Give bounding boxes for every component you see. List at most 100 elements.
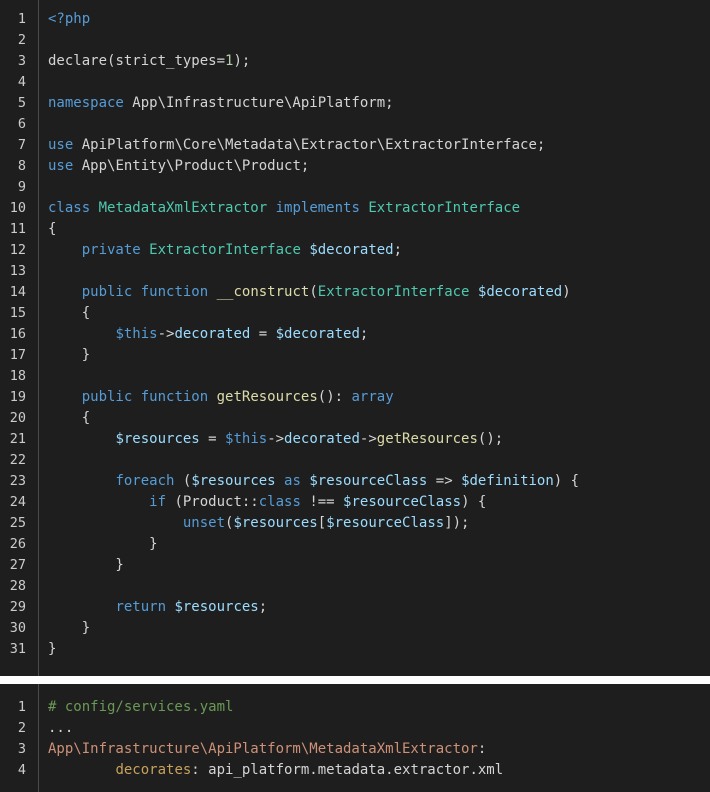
code-token: use bbox=[48, 158, 74, 174]
yaml-code-block: 1 # config/services.yaml 2... 3 App\Infrastr… bbox=[0, 684, 710, 792]
code-token: { bbox=[48, 305, 91, 321]
code-line: 3 App\Infrastructure\ApiPlatform\Metadata… bbox=[0, 739, 710, 760]
line-number: 31 bbox=[9, 641, 26, 657]
line-number: 3 bbox=[17, 53, 26, 69]
code-line: 31} bbox=[0, 639, 710, 660]
code-token: public bbox=[81, 389, 133, 405]
code-text: <?php bbox=[48, 9, 90, 30]
code-token: $resourceClass bbox=[309, 473, 428, 489]
code-line: 27 } bbox=[0, 555, 710, 576]
code-token: ... bbox=[48, 720, 74, 736]
code-token: unset bbox=[182, 515, 226, 531]
line-number: 24 bbox=[9, 494, 26, 510]
code-token: public bbox=[81, 284, 133, 300]
code-token: ) { bbox=[553, 473, 580, 489]
code-token: ( bbox=[174, 473, 192, 489]
code-token: foreach bbox=[115, 473, 175, 489]
code-token: -> bbox=[267, 431, 285, 447]
code-token: $this bbox=[225, 431, 268, 447]
code-token: decorates bbox=[115, 762, 192, 778]
code-line: 1 <?php bbox=[0, 9, 710, 30]
line-number: 30 bbox=[9, 620, 26, 636]
code-token: namespace bbox=[48, 95, 124, 111]
code-token: decorated bbox=[174, 326, 251, 342]
code-token: { bbox=[48, 410, 91, 426]
code-token: ) { bbox=[461, 494, 487, 510]
code-line: 2 bbox=[0, 30, 710, 51]
line-number: 9 bbox=[17, 179, 26, 195]
code-token: ExtractorInterface bbox=[149, 242, 301, 258]
code-token: class bbox=[258, 494, 301, 510]
code-text: unset($resources[$resourceClass]); bbox=[48, 513, 470, 534]
code-line: 19 public function getResources(): array bbox=[0, 387, 710, 408]
code-line: 21 $resources = $this->decorated->getRes… bbox=[0, 429, 710, 450]
code-token: # config/services.yaml bbox=[48, 699, 234, 715]
code-text: } bbox=[48, 639, 56, 660]
code-token: -> bbox=[359, 431, 377, 447]
code-token: ; bbox=[359, 326, 369, 342]
code-line: 14 public function __construct(Extractor… bbox=[0, 282, 710, 303]
code-lines: 1 # config/services.yaml 2... 3 App\Infrastr… bbox=[0, 697, 710, 781]
line-number: 21 bbox=[9, 431, 26, 447]
code-text: namespace App\Infrastructure\ApiPlatform… bbox=[48, 93, 394, 114]
code-token: $decorated bbox=[477, 284, 563, 300]
line-number: 13 bbox=[9, 263, 26, 279]
code-line: 9 bbox=[0, 177, 710, 198]
code-text: public function getResources(): array bbox=[48, 387, 394, 408]
code-token: implements bbox=[275, 200, 360, 216]
line-number: 12 bbox=[9, 242, 26, 258]
code-token: return bbox=[115, 599, 167, 615]
line-number: 23 bbox=[9, 473, 26, 489]
code-line: 2... bbox=[0, 718, 710, 739]
code-line: 28 bbox=[0, 576, 710, 597]
code-token: App\Infrastructure\ApiPlatform; bbox=[123, 95, 394, 111]
code-token: } bbox=[48, 347, 91, 363]
code-token: } bbox=[48, 641, 57, 657]
code-token: $resourceClass bbox=[343, 494, 462, 510]
line-number: 27 bbox=[9, 557, 26, 573]
code-text: class MetadataXmlExtractor implements Ex… bbox=[48, 198, 520, 219]
line-number: 10 bbox=[9, 200, 26, 216]
line-number: 1 bbox=[17, 699, 26, 715]
code-token: ); bbox=[233, 53, 251, 69]
code-token: ( bbox=[309, 284, 318, 300]
code-token: getResources bbox=[216, 389, 318, 405]
line-number: 17 bbox=[9, 347, 26, 363]
code-text: if (Product::class !== $resourceClass) { bbox=[48, 492, 486, 513]
code-token: function bbox=[140, 389, 209, 405]
code-token: __construct bbox=[216, 284, 310, 300]
code-line: 4 bbox=[0, 72, 710, 93]
line-number: 7 bbox=[17, 137, 26, 153]
code-text: declare(strict_types=1); bbox=[48, 51, 250, 72]
code-token: MetadataXmlExtractor bbox=[98, 200, 268, 216]
code-token: as bbox=[284, 473, 301, 489]
code-text: $resources = $this->decorated->getResour… bbox=[48, 429, 503, 450]
code-token: $resources bbox=[191, 473, 276, 489]
code-token: class bbox=[48, 200, 91, 216]
line-number: 14 bbox=[9, 284, 26, 300]
code-text: public function __construct(ExtractorInt… bbox=[48, 282, 571, 303]
code-line: 20 { bbox=[0, 408, 710, 429]
code-token: $definition bbox=[461, 473, 554, 489]
code-token: $resources bbox=[233, 515, 318, 531]
code-token: = bbox=[250, 326, 276, 342]
code-line: 11 { bbox=[0, 219, 710, 240]
code-text: $this->decorated = $decorated; bbox=[48, 324, 368, 345]
code-token: ; bbox=[258, 599, 268, 615]
line-number: 11 bbox=[9, 221, 26, 237]
code-line: 7 use ApiPlatform\Core\Metadata\Extractor… bbox=[0, 135, 710, 156]
code-text: } bbox=[48, 345, 90, 366]
code-line: 5 namespace App\Infrastructure\ApiPlatfor… bbox=[0, 93, 710, 114]
code-token: App\Entity\Product\Product; bbox=[73, 158, 310, 174]
code-line: 13 bbox=[0, 261, 710, 282]
code-line: 10 class MetadataXmlExtractor implements … bbox=[0, 198, 710, 219]
code-token: App\Infrastructure\ApiPlatform\MetadataX… bbox=[48, 741, 478, 757]
code-text: private ExtractorInterface $decorated; bbox=[48, 240, 402, 261]
code-token: (); bbox=[477, 431, 504, 447]
